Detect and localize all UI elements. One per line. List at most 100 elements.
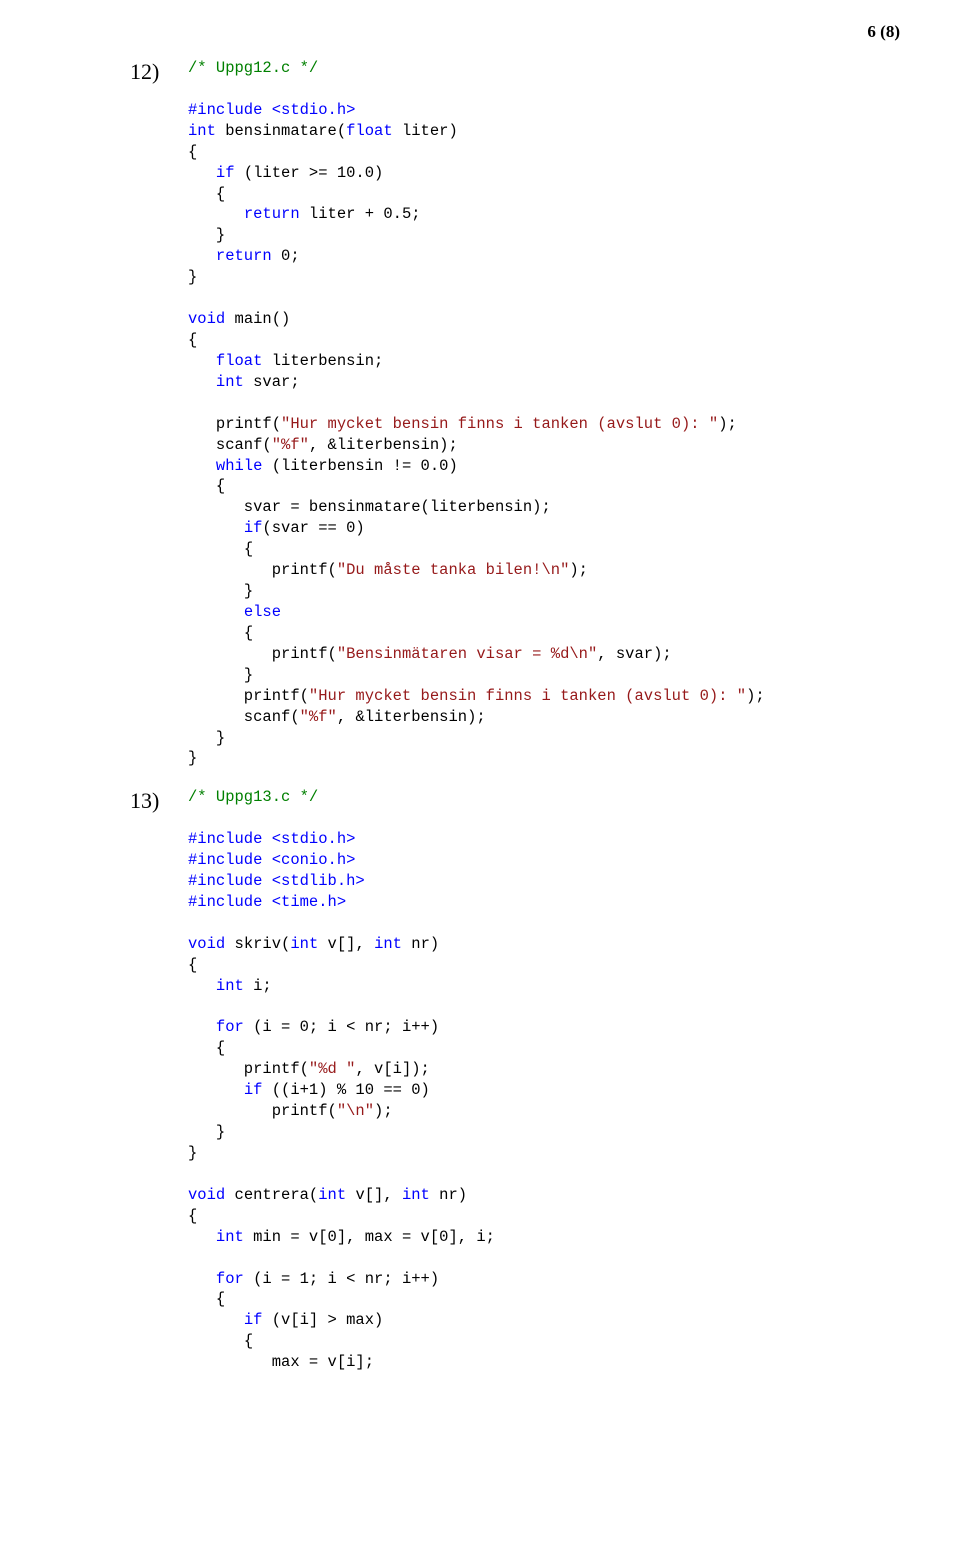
brace: { [188, 331, 197, 349]
kw: int [290, 935, 318, 953]
code: , &literbensin); [337, 708, 486, 726]
document-page: 6 (8) 12) /* Uppg12.c */ #include <stdio… [0, 0, 960, 1413]
str: "%f" [300, 708, 337, 726]
kw: while [216, 457, 263, 475]
brace: { [216, 1039, 225, 1057]
kw: for [216, 1018, 244, 1036]
code: (i = 0; i < nr; i++) [244, 1018, 439, 1036]
kw: float [346, 122, 393, 140]
code: bensinmatare( [216, 122, 346, 140]
code: ); [718, 415, 737, 433]
kw: void [188, 310, 225, 328]
code: min = v[0], max = v[0], i; [244, 1228, 495, 1246]
code: ((i+1) % 10 == 0) [262, 1081, 429, 1099]
str: "%d " [309, 1060, 356, 1078]
code: svar = bensinmatare(literbensin); [188, 498, 551, 516]
code: printf( [188, 1060, 309, 1078]
kw: else [244, 603, 281, 621]
code: printf( [188, 561, 337, 579]
code: nr) [430, 1186, 467, 1204]
kw: if [216, 164, 235, 182]
code: , v[i]); [355, 1060, 429, 1078]
brace: { [244, 1332, 253, 1350]
str: "Hur mycket bensin finns i tanken (avslu… [309, 687, 746, 705]
code: (v[i] > max) [262, 1311, 383, 1329]
kw: int [402, 1186, 430, 1204]
kw: return [244, 205, 300, 223]
code: max = v[i]; [188, 1353, 374, 1371]
code-block-13: /* Uppg13.c */ #include <stdio.h> #inclu… [188, 787, 495, 1373]
code: ); [569, 561, 588, 579]
str: "Hur mycket bensin finns i tanken (avslu… [281, 415, 718, 433]
str: "%f" [272, 436, 309, 454]
brace: { [188, 1207, 197, 1225]
brace: { [216, 185, 225, 203]
code: literbensin; [262, 352, 383, 370]
kw: int [216, 373, 244, 391]
brace: } [188, 749, 197, 767]
str: "Du måste tanka bilen!\n" [337, 561, 570, 579]
page-number: 6 (8) [867, 22, 900, 42]
code: scanf( [188, 436, 272, 454]
brace: } [188, 268, 197, 286]
include: #include <time.h> [188, 893, 346, 911]
code: v[], [318, 935, 374, 953]
code: ); [374, 1102, 393, 1120]
code: liter) [393, 122, 458, 140]
item-number-12: 12) [130, 58, 188, 87]
code: (literbensin != 0.0) [262, 457, 457, 475]
brace: } [188, 1144, 197, 1162]
comment: /* Uppg13.c */ [188, 788, 318, 806]
code: , &literbensin); [309, 436, 458, 454]
code: i; [244, 977, 272, 995]
kw: void [188, 1186, 225, 1204]
code-block-12: /* Uppg12.c */ #include <stdio.h> int be… [188, 58, 765, 769]
brace: } [244, 582, 253, 600]
code: scanf( [188, 708, 300, 726]
kw: int [318, 1186, 346, 1204]
kw: int [216, 1228, 244, 1246]
code: nr) [402, 935, 439, 953]
code: ); [746, 687, 765, 705]
include: #include <stdlib.h> [188, 872, 365, 890]
str: "Bensinmätaren visar = %d\n" [337, 645, 597, 663]
code: liter + 0.5; [300, 205, 421, 223]
code: (i = 1; i < nr; i++) [244, 1270, 439, 1288]
kw: for [216, 1270, 244, 1288]
brace: { [188, 956, 197, 974]
brace: { [216, 1290, 225, 1308]
include: #include <stdio.h> [188, 101, 355, 119]
brace: { [244, 540, 253, 558]
item-12: 12) /* Uppg12.c */ #include <stdio.h> in… [130, 58, 830, 769]
kw: int [374, 935, 402, 953]
item-number-13: 13) [130, 787, 188, 816]
kw: if [244, 519, 263, 537]
item-13: 13) /* Uppg13.c */ #include <stdio.h> #i… [130, 787, 830, 1373]
include: #include <stdio.h> [188, 830, 355, 848]
code: main() [225, 310, 290, 328]
kw: float [216, 352, 263, 370]
code: , svar); [597, 645, 671, 663]
brace: { [188, 143, 197, 161]
code: printf( [188, 687, 309, 705]
code: v[], [346, 1186, 402, 1204]
brace: } [244, 666, 253, 684]
code: printf( [188, 1102, 337, 1120]
code: centrera( [225, 1186, 318, 1204]
comment: /* Uppg12.c */ [188, 59, 318, 77]
brace: { [216, 477, 225, 495]
kw: int [216, 977, 244, 995]
kw: int [188, 122, 216, 140]
code: printf( [188, 645, 337, 663]
code: 0; [272, 247, 300, 265]
code: (liter >= 10.0) [235, 164, 384, 182]
brace: } [216, 1123, 225, 1141]
kw: return [216, 247, 272, 265]
brace: } [216, 226, 225, 244]
code: printf( [188, 415, 281, 433]
brace: { [244, 624, 253, 642]
include: #include <conio.h> [188, 851, 355, 869]
code: skriv( [225, 935, 290, 953]
brace: } [216, 729, 225, 747]
str: "\n" [337, 1102, 374, 1120]
